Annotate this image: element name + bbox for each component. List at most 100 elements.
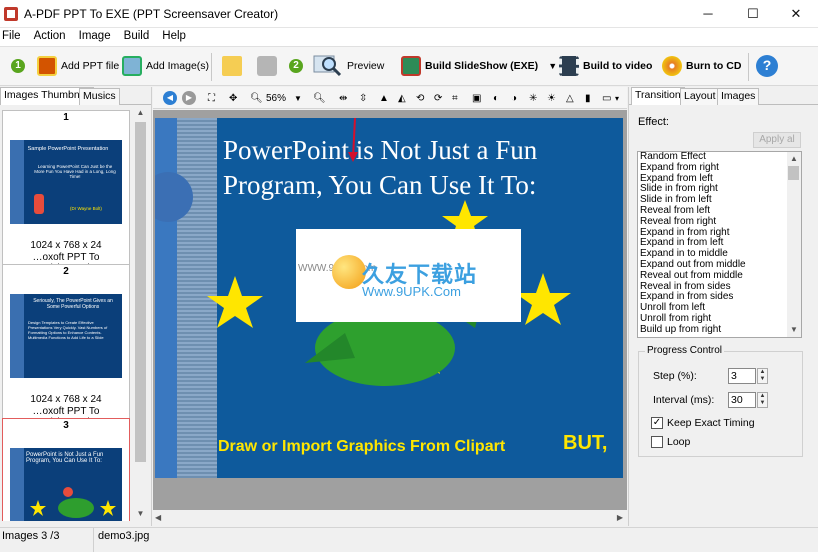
grayscale-icon[interactable]: ◐	[493, 90, 499, 106]
build-video-label: Build to video	[583, 60, 653, 72]
scroll-up-icon[interactable]: ▲	[133, 106, 148, 120]
border-icon[interactable]: ▭	[602, 90, 611, 106]
loop-checkbox[interactable]	[651, 436, 663, 448]
annotation-arrow-head	[348, 152, 358, 162]
keep-exact-timing-checkbox[interactable]: ✓	[651, 417, 663, 429]
rotate-left-icon[interactable]: ⟲	[416, 90, 424, 106]
folder-icon	[222, 56, 242, 76]
left-panel: Images Thumbnail Musics 1 Sample PowerPo…	[0, 87, 152, 526]
flip-vertical-icon[interactable]: ⇳	[359, 90, 367, 106]
thumbnail-item[interactable]: 1 Sample PowerPoint Presentation Learnin…	[2, 110, 130, 274]
brightness-icon[interactable]: ✳	[529, 90, 537, 106]
thumbnail-item[interactable]: 2 Seriously, The PowerPoint Gives an Som…	[2, 264, 130, 428]
scroll-thumb[interactable]	[788, 166, 799, 180]
scroll-thumb[interactable]	[135, 122, 146, 462]
zoom-level[interactable]: 56%	[266, 90, 286, 106]
effects-icon[interactable]: △	[566, 90, 574, 106]
move-icon[interactable]: ✥	[229, 90, 237, 106]
loop-label: Loop	[667, 436, 691, 448]
effect-list[interactable]: Random Effect Expand from right Expand f…	[637, 151, 802, 338]
slideshow-icon	[401, 56, 421, 76]
scroll-left-icon[interactable]: ◀	[155, 513, 161, 522]
tab-images[interactable]: Images	[717, 88, 760, 105]
fit-page-icon[interactable]: ⛶	[208, 90, 215, 106]
first-page-icon[interactable]: ◀	[163, 90, 177, 106]
interval-input[interactable]: 30	[728, 392, 756, 408]
slide-thumbnail-image: Seriously, The PowerPoint Gives an Some …	[10, 294, 122, 378]
slide-thumbnail-image: Sample PowerPoint Presentation Learning …	[10, 140, 122, 224]
status-divider	[93, 528, 94, 552]
effect-item[interactable]: Build up from right	[638, 324, 801, 336]
menu-file[interactable]: File	[0, 28, 26, 42]
save-icon	[257, 56, 277, 76]
preview-label: Preview	[347, 60, 385, 72]
step-input[interactable]: 3	[728, 368, 756, 384]
menu-action[interactable]: Action	[29, 28, 71, 42]
tab-transition[interactable]: Transition	[631, 87, 685, 105]
toolbar-separator	[211, 53, 212, 81]
add-image-label: Add Image(s)	[146, 60, 210, 72]
status-image-count: Images 3 /3	[2, 530, 60, 542]
burn-cd-button[interactable]: Burn to CD	[662, 47, 741, 85]
prev-page-icon[interactable]: ▶	[182, 90, 196, 106]
window-title: A-PDF PPT To EXE (PPT Screensaver Creato…	[24, 7, 279, 21]
save-button[interactable]	[257, 47, 277, 85]
mirror-icon[interactable]: ▲	[379, 90, 389, 106]
add-ppt-button[interactable]: Add PPT file	[37, 47, 119, 85]
scroll-down-icon[interactable]: ▼	[133, 507, 148, 521]
effect-list-scrollbar[interactable]: ▲ ▼	[787, 152, 801, 337]
menu-build[interactable]: Build	[119, 28, 155, 42]
apply-all-button[interactable]: Apply al	[753, 132, 801, 148]
mirror-left-icon[interactable]: ◭	[398, 90, 406, 106]
minimize-button[interactable]: ─	[686, 0, 730, 28]
status-filename: demo3.jpg	[98, 530, 150, 542]
film-icon	[559, 56, 579, 76]
crop-icon[interactable]: ⌗	[452, 90, 458, 106]
tab-layout[interactable]: Layout	[680, 88, 720, 105]
add-image-button[interactable]: Add Image(s)	[122, 47, 209, 85]
effect-item[interactable]: Expand from right	[638, 162, 801, 174]
zoom-in-icon[interactable]: 🔍︎	[250, 90, 263, 106]
effect-item[interactable]: Reveal out from middle	[638, 270, 801, 282]
sharpen-icon[interactable]: ☀	[547, 90, 556, 106]
thumbnail-scrollbar[interactable]: ▲ ▼	[133, 106, 148, 521]
thumbnail-item-selected[interactable]: 3 PowerPoint is Not Just a Fun Program, …	[2, 418, 130, 521]
tab-musics[interactable]: Musics	[79, 88, 120, 105]
build-dropdown-chevron-icon[interactable]: ▼	[548, 61, 557, 71]
open-folder-button[interactable]	[222, 47, 242, 85]
preview-button[interactable]: Preview	[313, 47, 384, 85]
zoom-out-icon[interactable]: 🔍︎	[313, 90, 326, 106]
help-button[interactable]: ?	[756, 47, 778, 85]
thumbnail-dimensions: 1024 x 768 x 24	[30, 240, 102, 251]
close-button[interactable]: ✕	[774, 0, 818, 28]
menu-image[interactable]: Image	[74, 28, 116, 42]
slide-preview: PowerPoint is Not Just a Fun Program, Yo…	[155, 118, 623, 478]
preview-horizontal-scrollbar[interactable]: ◀ ▶	[153, 511, 627, 526]
build-video-button[interactable]: Build to video	[559, 47, 652, 85]
step-spinner-icon[interactable]: ▲ ▼	[757, 368, 768, 384]
effect-item[interactable]: Reveal from right	[638, 216, 801, 228]
interval-spinner-icon[interactable]: ▲ ▼	[757, 392, 768, 408]
progress-control-legend: Progress Control	[645, 345, 725, 356]
status-bar: Images 3 /3 demo3.jpg	[0, 527, 818, 552]
thumbnail-dimensions: 1024 x 768 x 24	[30, 394, 102, 405]
scroll-up-icon[interactable]: ▲	[787, 152, 801, 166]
star-dragon-art	[30, 487, 116, 518]
build-slideshow-label: Build SlideShow (EXE)	[425, 60, 539, 72]
slide-canvas: PowerPoint is Not Just a Fun Program, Yo…	[153, 110, 627, 510]
thumbnail-number: 2	[63, 266, 69, 277]
text-tool-icon[interactable]: ▮	[585, 90, 591, 106]
thumbnail-list: 1 Sample PowerPoint Presentation Learnin…	[0, 106, 133, 521]
rotate-right-icon[interactable]: ⟳	[434, 90, 442, 106]
color-icon[interactable]: ▣	[472, 90, 481, 106]
more-tools-chevron-icon[interactable]: ▾	[615, 90, 619, 106]
zoom-dropdown-icon[interactable]: ▼	[294, 90, 302, 106]
flip-horizontal-icon[interactable]: ⇹	[339, 90, 347, 106]
menu-help[interactable]: Help	[157, 28, 191, 42]
scroll-down-icon[interactable]: ▼	[787, 323, 801, 337]
scroll-right-icon[interactable]: ▶	[617, 513, 623, 522]
build-slideshow-button[interactable]: Build SlideShow (EXE) ▼	[401, 47, 557, 85]
thumbnail-number: 3	[63, 420, 69, 431]
contrast-icon[interactable]: ◑	[511, 90, 517, 106]
maximize-button[interactable]: ☐	[731, 0, 775, 28]
